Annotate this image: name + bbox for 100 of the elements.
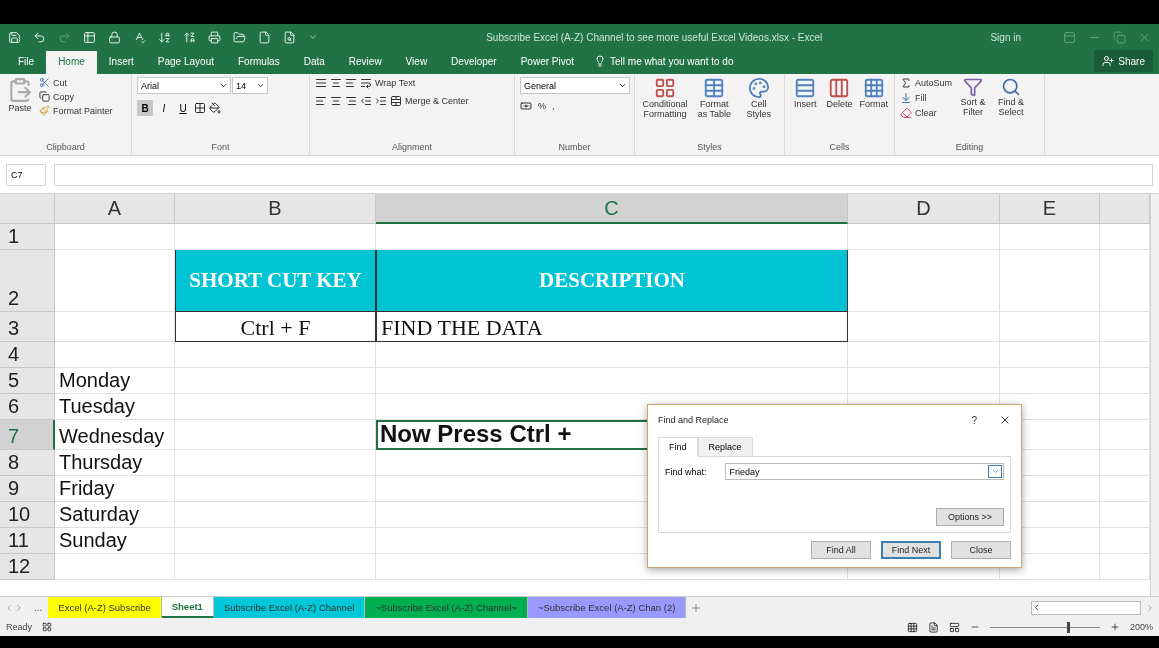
align-center-icon[interactable] — [330, 95, 342, 107]
tell-me-field[interactable]: Tell me what you want to do — [586, 55, 1095, 74]
table-icon[interactable] — [83, 30, 96, 44]
cut-button[interactable]: Cut — [39, 77, 113, 88]
column-header[interactable]: E — [1000, 194, 1100, 224]
customize-icon[interactable] — [308, 32, 318, 42]
print-preview-icon[interactable] — [283, 30, 296, 44]
column-header[interactable]: A — [55, 194, 175, 224]
row-header[interactable]: 6 — [0, 394, 55, 420]
sheet-tab[interactable]: Sheet1 — [161, 597, 214, 618]
sign-in-link[interactable]: Sign in — [990, 31, 1021, 43]
column-header[interactable]: C — [376, 194, 848, 224]
fill-color-icon[interactable] — [209, 102, 221, 114]
autosum-button[interactable]: AutoSum — [900, 77, 953, 89]
menu-tab[interactable]: View — [393, 51, 440, 74]
save-icon[interactable] — [8, 30, 21, 44]
cells-button[interactable]: Insert — [790, 77, 821, 142]
bold-button[interactable]: B — [137, 100, 153, 116]
more-sheets-button[interactable]: ... — [28, 597, 49, 618]
column-header[interactable]: B — [175, 194, 376, 224]
options-button[interactable]: Options >> — [936, 508, 1004, 526]
row-header[interactable]: 5 — [0, 368, 55, 394]
page-layout-icon[interactable] — [927, 621, 939, 633]
spelling-icon[interactable] — [133, 30, 146, 44]
row-header[interactable]: 4 — [0, 342, 55, 368]
cells-button[interactable]: Delete — [824, 77, 855, 142]
row-header[interactable]: 7 — [0, 420, 55, 450]
undo-icon[interactable] — [33, 30, 46, 44]
align-top-icon[interactable] — [315, 77, 327, 89]
folder-icon[interactable] — [233, 30, 246, 44]
vertical-scrollbar[interactable] — [1150, 194, 1159, 596]
menu-tab[interactable]: Developer — [439, 51, 509, 74]
fill-button[interactable]: Fill — [900, 92, 953, 104]
row-header[interactable]: 10 — [0, 502, 55, 528]
menu-tab[interactable]: Review — [336, 51, 394, 74]
align-left-icon[interactable] — [315, 95, 327, 107]
paste-button[interactable]: Paste — [5, 77, 35, 142]
sheet-tab[interactable]: ~Subscribe Excel (A-Z) Channel~ — [365, 597, 528, 618]
find-what-field[interactable]: Frieday — [724, 463, 1004, 480]
copy-button[interactable]: Copy — [39, 91, 113, 102]
menu-tab[interactable]: File — [6, 51, 47, 74]
style-button[interactable]: Format as Table — [694, 77, 735, 142]
row-header[interactable]: 12 — [0, 554, 55, 580]
menu-tab[interactable]: Formulas — [226, 51, 292, 74]
menu-tab[interactable]: Home — [46, 51, 97, 74]
dialog-tab[interactable]: Find — [658, 437, 698, 457]
sheet-tab[interactable]: ~Subscribe Excel (A-Z) Chan (2) — [527, 597, 687, 618]
merge-center-button[interactable]: Merge & Center — [390, 95, 469, 107]
new-file-icon[interactable] — [258, 30, 271, 44]
row-header[interactable]: 11 — [0, 528, 55, 554]
sheet-tab[interactable]: Subscribe Excel (A-Z) Channel — [213, 597, 366, 618]
sort-descending-icon[interactable] — [183, 30, 196, 44]
help-button[interactable]: ? — [971, 414, 977, 426]
menu-tab[interactable]: Insert — [96, 51, 146, 74]
borders-icon[interactable] — [194, 102, 206, 114]
horizontal-scrollbar[interactable] — [1031, 600, 1141, 615]
percent-button[interactable]: % — [538, 101, 546, 111]
sort-filter-button[interactable]: Sort & Filter — [956, 77, 991, 142]
align-middle-icon[interactable] — [330, 77, 342, 89]
cells-button[interactable]: Format — [858, 77, 889, 142]
indent-icon[interactable] — [375, 95, 387, 107]
close-icon[interactable] — [999, 414, 1011, 426]
row-header[interactable]: 9 — [0, 476, 55, 502]
clear-button[interactable]: Clear — [900, 107, 953, 119]
dropdown-button[interactable] — [988, 465, 1002, 478]
dialog-button[interactable]: Find Next — [881, 541, 941, 559]
share-button[interactable]: Share — [1094, 50, 1153, 72]
menu-tab[interactable]: Power Pivot — [508, 51, 587, 74]
dialog-tab[interactable]: Replace — [697, 437, 753, 457]
zoom-in-icon[interactable] — [1109, 622, 1120, 632]
sort-ascending-icon[interactable] — [158, 30, 171, 44]
row-header[interactable]: 3 — [0, 312, 55, 342]
column-header[interactable]: D — [848, 194, 1000, 224]
underline-button[interactable]: U — [175, 100, 191, 116]
menu-tab[interactable]: Data — [291, 51, 337, 74]
dialog-button[interactable]: Close — [951, 541, 1011, 559]
scroll-left-icon[interactable] — [1032, 603, 1041, 612]
dialog-button[interactable]: Find All — [811, 541, 871, 559]
page-break-icon[interactable] — [948, 621, 960, 633]
style-button[interactable]: Conditional Formatting — [640, 77, 691, 142]
lock-icon[interactable] — [108, 30, 121, 44]
outdent-icon[interactable] — [360, 95, 372, 107]
comma-button[interactable]: , — [552, 101, 555, 111]
style-button[interactable]: Cell Styles — [738, 77, 779, 142]
find-select-button[interactable]: Find & Select — [994, 77, 1029, 142]
wrap-text-button[interactable]: Wrap Text — [360, 77, 416, 89]
name-box[interactable]: C7 — [6, 163, 46, 186]
font-name-field[interactable]: Arial — [137, 77, 231, 94]
row-header[interactable]: 2 — [0, 250, 55, 312]
format-painter-button[interactable]: Format Painter — [39, 105, 113, 116]
macro-icon[interactable] — [42, 622, 52, 632]
row-header[interactable]: 1 — [0, 224, 55, 250]
sheet-tab[interactable]: Excel (A-Z) Subscribe — [48, 597, 162, 618]
menu-tab[interactable]: Page Layout — [145, 51, 226, 74]
number-format-field[interactable]: General — [520, 77, 630, 94]
zoom-thumb[interactable] — [1066, 621, 1070, 633]
italic-button[interactable]: I — [156, 100, 172, 116]
align-right-icon[interactable] — [345, 95, 357, 107]
formula-field[interactable] — [54, 163, 1153, 186]
font-size-field[interactable]: 14 — [232, 77, 268, 94]
